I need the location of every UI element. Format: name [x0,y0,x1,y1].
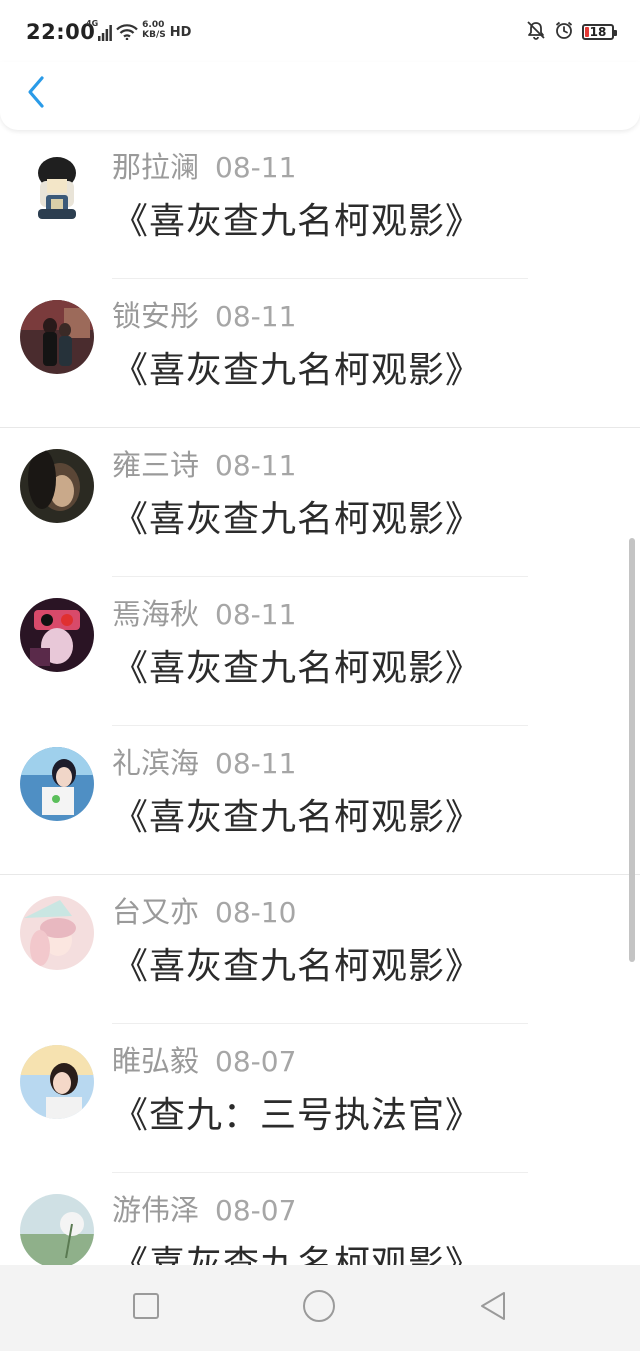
battery-fill [585,27,589,37]
list-item[interactable]: 睢弘毅 08-07 《查九：三号执法官》 [0,1024,640,1173]
list-item[interactable]: 礼滨海 08-11 《喜灰查九名柯观影》 [0,726,640,875]
status-left-icons: 4G 6.00 KB/S HD [86,19,191,45]
chevron-left-icon [26,75,46,113]
movie-title[interactable]: 《喜灰查九名柯观影》 [112,341,482,393]
avatar[interactable] [20,896,94,970]
avatar[interactable] [20,1194,94,1265]
author-name[interactable]: 雍三诗 [112,448,199,482]
item-meta: 台又亦 08-10 [112,889,296,931]
avatar[interactable] [20,747,94,821]
alarm-clock-icon [554,20,574,44]
author-name[interactable]: 锁安彤 [112,299,199,333]
network-type: 4G [86,19,99,28]
system-nav-bar [0,1265,640,1351]
list-item[interactable]: 游伟泽 08-07 《喜灰查九名柯观影》 [0,1173,640,1265]
author-name[interactable]: 睢弘毅 [112,1044,199,1078]
post-date: 08-07 [215,1194,297,1227]
signal-icon [98,25,113,45]
back-triangle-icon [478,1291,508,1325]
avatar[interactable] [20,300,94,374]
post-date: 08-11 [215,300,297,333]
avatar[interactable] [20,1045,94,1119]
avatar[interactable] [20,598,94,672]
list-item[interactable]: 雍三诗 08-11 《喜灰查九名柯观影》 [0,428,640,577]
back-nav-button[interactable] [476,1291,510,1325]
status-right-icons: 18 [526,20,617,44]
author-name[interactable]: 那拉澜 [112,150,199,184]
hd-label: HD [169,25,192,40]
list-item[interactable]: 台又亦 08-10 《喜灰查九名柯观影》 [0,875,640,1024]
item-meta: 游伟泽 08-07 [112,1187,296,1229]
post-date: 08-11 [215,747,297,780]
movie-title[interactable]: 《喜灰查九名柯观影》 [112,937,482,989]
back-button[interactable] [18,74,54,114]
home-button[interactable] [302,1289,336,1327]
item-meta: 那拉澜 08-11 [112,144,296,186]
item-meta: 睢弘毅 08-07 [112,1038,296,1080]
network-speed: 6.00 KB/S [142,20,166,40]
status-bar: 22:00 4G 6.00 KB/S HD 18 [0,0,640,62]
post-date: 08-11 [215,598,297,631]
home-icon [302,1289,336,1327]
recent-apps-icon [132,1292,160,1324]
avatar[interactable] [20,449,94,523]
battery-level: 18 [589,25,607,39]
bell-muted-icon [526,20,546,44]
comment-list[interactable]: 那拉澜 08-11 《喜灰查九名柯观影》 锁安彤 08-11 《喜灰查九名柯观影》 [0,130,640,1265]
item-meta: 礼滨海 08-11 [112,740,296,782]
status-time: 22:00 [26,20,96,44]
movie-title[interactable]: 《喜灰查九名柯观影》 [112,639,482,691]
movie-title[interactable]: 《喜灰查九名柯观影》 [112,490,482,542]
nav-header [0,62,640,130]
post-date: 08-11 [215,151,297,184]
post-date: 08-10 [215,896,297,929]
movie-title[interactable]: 《喜灰查九名柯观影》 [112,1235,482,1265]
item-meta: 雍三诗 08-11 [112,442,296,484]
list-item[interactable]: 锁安彤 08-11 《喜灰查九名柯观影》 [0,279,640,428]
wifi-icon [116,24,138,44]
list-item[interactable]: 焉海秋 08-11 《喜灰查九名柯观影》 [0,577,640,726]
post-date: 08-11 [215,449,297,482]
avatar[interactable] [20,151,94,225]
list-item[interactable]: 那拉澜 08-11 《喜灰查九名柯观影》 [0,130,640,279]
scrollbar[interactable] [629,538,635,962]
post-date: 08-07 [215,1045,297,1078]
speed-value: 6.00 [142,20,165,30]
author-name[interactable]: 游伟泽 [112,1193,199,1227]
speed-unit: KB/S [142,30,166,40]
recent-apps-button[interactable] [129,1291,163,1325]
movie-title[interactable]: 《喜灰查九名柯观影》 [112,192,482,244]
author-name[interactable]: 礼滨海 [112,746,199,780]
author-name[interactable]: 台又亦 [112,895,199,929]
movie-title[interactable]: 《查九：三号执法官》 [112,1086,482,1138]
battery-icon: 18 [582,24,617,40]
movie-title[interactable]: 《喜灰查九名柯观影》 [112,788,482,840]
author-name[interactable]: 焉海秋 [112,597,199,631]
item-meta: 焉海秋 08-11 [112,591,296,633]
item-meta: 锁安彤 08-11 [112,293,296,335]
